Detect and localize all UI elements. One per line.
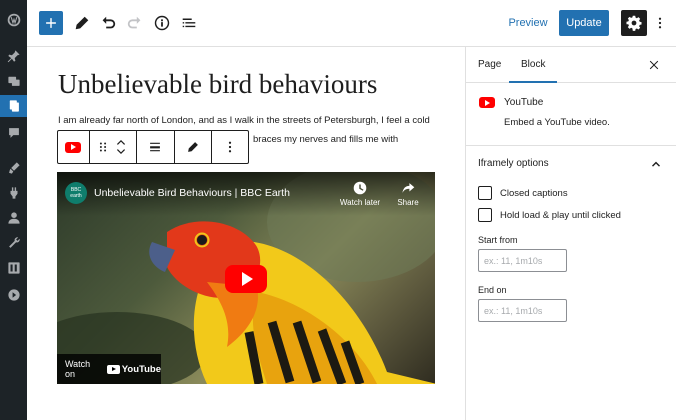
collapse-menu-icon[interactable] (6, 287, 21, 302)
start-from-input[interactable] (478, 249, 567, 272)
move-buttons (111, 137, 131, 157)
closed-captions-option[interactable]: Closed captions (478, 185, 568, 201)
more-vertical-icon (658, 17, 662, 29)
align-button[interactable] (137, 131, 175, 163)
media-icon[interactable] (6, 73, 21, 88)
youtube-mark-icon (106, 364, 120, 374)
preview-button[interactable]: Preview (505, 11, 551, 35)
details-button[interactable] (150, 11, 174, 35)
share-label: Share (397, 198, 419, 207)
undo-icon (102, 16, 116, 29)
appearance-icon[interactable] (6, 160, 21, 175)
move-down-icon[interactable] (115, 147, 127, 157)
closed-captions-checkbox[interactable] (478, 186, 492, 200)
options-menu-button[interactable] (653, 11, 667, 35)
closed-captions-label: Closed captions (500, 187, 568, 199)
gear-icon (626, 15, 642, 31)
block-toolbar (57, 130, 249, 164)
drag-handle-icon[interactable] (95, 140, 111, 154)
youtube-icon (65, 141, 82, 153)
share-icon (402, 183, 415, 193)
block-mover (90, 131, 138, 163)
users-icon[interactable] (6, 210, 21, 225)
video-title[interactable]: Unbelievable Bird Behaviours | BBC Earth (94, 187, 290, 199)
tools-icon[interactable] (6, 235, 21, 250)
block-name: YouTube (504, 97, 544, 108)
align-wide-icon (150, 142, 161, 152)
clock-icon (353, 181, 367, 195)
pencil-icon (188, 142, 198, 152)
watch-later-button[interactable]: Watch later (337, 181, 383, 207)
chevron-up-icon (649, 157, 663, 171)
more-vertical-icon (229, 141, 232, 153)
add-block-button[interactable] (39, 11, 63, 35)
block-options-button[interactable] (212, 131, 248, 163)
sidebar-tabs: Page Block (466, 47, 676, 83)
editor-canvas: Unbelievable bird behaviours I am alread… (27, 47, 465, 420)
list-view-button[interactable] (177, 11, 201, 35)
info-icon (154, 15, 170, 31)
youtube-embed[interactable]: BBC earth Unbelievable Bird Behaviours |… (57, 172, 435, 384)
close-settings-button[interactable] (647, 58, 661, 72)
watch-later-label: Watch later (339, 198, 381, 207)
panel-title: Iframely options (478, 158, 549, 169)
wordpress-logo-icon[interactable] (6, 12, 21, 27)
tab-page[interactable]: Page (478, 47, 501, 83)
admin-sidebar (0, 0, 27, 420)
plugins-icon[interactable] (6, 185, 21, 200)
list-view-icon (182, 18, 196, 28)
settings-sidebar: Page Block YouTube Embed a YouTube video… (465, 47, 676, 420)
settings-button[interactable] (621, 10, 647, 36)
hold-load-label: Hold load & play until clicked (500, 209, 621, 221)
paragraph-line-1: I am already far north of London, and as… (58, 115, 430, 126)
watch-on-label: Watch on (65, 359, 91, 379)
block-description: Embed a YouTube video. (504, 117, 610, 128)
pencil-icon (75, 16, 89, 30)
move-up-icon[interactable] (115, 137, 127, 147)
hold-load-option[interactable]: Hold load & play until clicked (478, 207, 621, 223)
youtube-logo-text: YouTube (121, 363, 161, 375)
block-card: YouTube Embed a YouTube video. (466, 83, 676, 146)
hold-load-checkbox[interactable] (478, 208, 492, 222)
share-button[interactable]: Share (385, 181, 431, 207)
close-icon (649, 60, 659, 70)
block-type-button[interactable] (58, 131, 90, 163)
youtube-icon (479, 97, 495, 108)
edit-url-button[interactable] (175, 131, 213, 163)
start-from-label: Start from (478, 235, 518, 245)
end-on-input[interactable] (478, 299, 567, 322)
undo-button[interactable] (96, 11, 120, 35)
pin-icon[interactable] (6, 48, 21, 63)
redo-icon (127, 16, 141, 29)
end-on-label: End on (478, 285, 507, 295)
update-button[interactable]: Update (559, 10, 609, 36)
comments-icon[interactable] (6, 125, 21, 140)
youtube-logo: YouTube (106, 363, 161, 375)
channel-logo[interactable]: BBC earth (65, 182, 87, 204)
block-editor: Preview Update Unbelievable bird behavio… (0, 0, 676, 420)
play-button[interactable] (225, 265, 267, 293)
redo-button[interactable] (123, 11, 147, 35)
pages-icon[interactable] (0, 95, 27, 117)
plus-icon (46, 18, 56, 28)
post-title[interactable]: Unbelievable bird behaviours (58, 69, 377, 100)
editor-toolbar: Preview Update (27, 0, 676, 47)
iframely-options-toggle[interactable]: Iframely options (466, 146, 676, 182)
watch-on-youtube-link[interactable]: Watch on YouTube (57, 354, 161, 384)
tab-block[interactable]: Block (509, 47, 558, 83)
tools-button[interactable] (70, 11, 94, 35)
settings-admin-icon[interactable] (6, 260, 21, 275)
